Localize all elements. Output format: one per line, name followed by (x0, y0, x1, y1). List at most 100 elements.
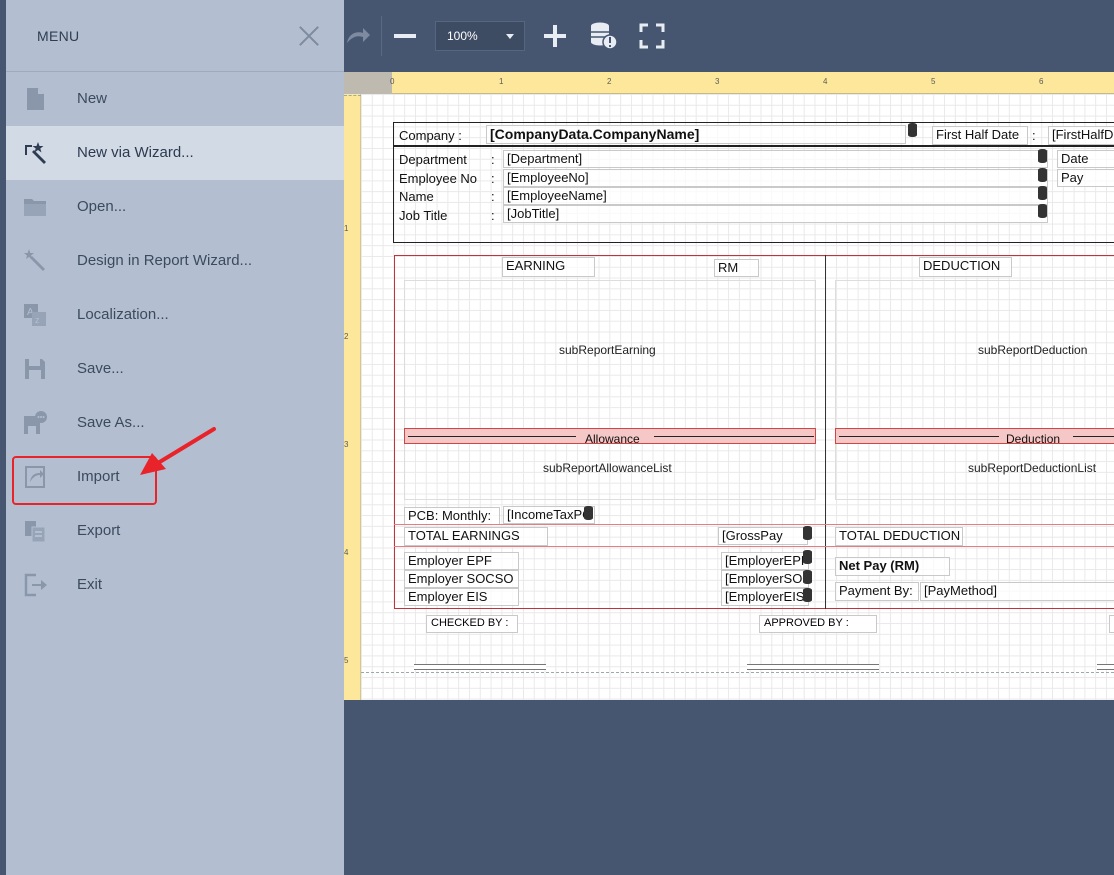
subreport-allowance-list[interactable]: subReportAllowanceList (543, 461, 672, 475)
menu-item-export[interactable]: Export (6, 504, 344, 558)
ruler-tick: 4 (344, 548, 349, 557)
database-icon (1038, 186, 1047, 200)
footer-field[interactable] (1109, 615, 1114, 633)
net-pay-label[interactable]: Net Pay (RM) (835, 557, 950, 576)
employee-no-label[interactable]: Employee No (399, 171, 477, 186)
employee-name-field[interactable]: [EmployeeName] (503, 187, 1048, 205)
ruler-tick: 1 (499, 77, 504, 86)
pcb-monthly-label[interactable]: PCB: Monthly: (404, 507, 500, 525)
fullscreen-icon[interactable] (638, 22, 666, 50)
first-half-date-field[interactable]: [FirstHalfD (1048, 126, 1114, 145)
panel-divider (825, 255, 826, 609)
save-as-icon (24, 411, 47, 434)
subreport-deduction[interactable]: subReportDeduction (978, 343, 1087, 357)
ruler-tick: 5 (344, 656, 349, 665)
zoom-out-icon[interactable] (391, 22, 419, 50)
menu-item-open[interactable]: Open... (6, 180, 344, 234)
job-title-field[interactable]: [JobTitle] (503, 205, 1048, 223)
zoom-in-icon[interactable] (541, 22, 569, 50)
report-design-surface[interactable]: Company : [CompanyData.CompanyName] Firs… (361, 94, 1114, 700)
menu-item-new-via-wizard[interactable]: New via Wizard... (6, 126, 344, 180)
save-icon (25, 359, 45, 379)
department-field[interactable]: [Department] (503, 150, 1048, 168)
deduction-band-label: Deduction (1006, 432, 1061, 446)
colon-label: : (491, 171, 495, 186)
income-tax-field[interactable]: [IncomeTaxPC (503, 506, 595, 524)
ruler-tick: 0 (390, 77, 395, 86)
subreport-deduction-list[interactable]: subReportDeductionList (968, 461, 1096, 475)
earning-label[interactable]: EARNING (502, 257, 595, 277)
total-earnings-label[interactable]: TOTAL EARNINGS (404, 527, 548, 546)
ruler-tick: 3 (715, 77, 720, 86)
colon-label: : (491, 152, 495, 167)
employer-socso-field[interactable]: [EmployerSOC (721, 570, 809, 588)
menu-item-exit[interactable]: Exit (6, 558, 344, 612)
menu-item-label: Save... (77, 360, 124, 377)
employer-epf-label[interactable]: Employer EPF (404, 552, 519, 570)
toolbar-divider (381, 16, 382, 56)
first-half-date-label[interactable]: First Half Date (932, 126, 1028, 145)
database-icon (1038, 168, 1047, 182)
folder-icon (24, 199, 46, 216)
colon-label: : (491, 189, 495, 204)
subreport-earning[interactable]: subReportEarning (559, 343, 656, 357)
page-bottom-margin (361, 672, 1114, 673)
colon-label: : (1032, 128, 1036, 143)
database-icon (803, 570, 812, 584)
name-label[interactable]: Name (399, 189, 434, 204)
company-name-field[interactable]: [CompanyData.CompanyName] (486, 125, 906, 144)
menu-item-label: Localization... (77, 306, 169, 323)
horizontal-ruler: 0 1 2 3 4 5 6 (344, 72, 1114, 94)
totals-bottom-line (394, 546, 1114, 547)
menu-item-save[interactable]: Save... (6, 342, 344, 396)
totals-top-line (394, 524, 1114, 525)
payment-by-label[interactable]: Payment By: (835, 582, 919, 601)
zoom-select[interactable]: 100% (435, 21, 525, 51)
employer-eis-field[interactable]: [EmployerEIS (721, 588, 809, 606)
employer-eis-label[interactable]: Employer EIS (404, 588, 519, 606)
menu-item-new[interactable]: New (6, 72, 344, 126)
vertical-ruler: 1 2 3 4 5 (344, 94, 361, 700)
ruler-tick: 6 (1039, 77, 1044, 86)
ruler-tick: 4 (823, 77, 828, 86)
database-icon (584, 506, 593, 520)
menu-item-label: New (77, 90, 108, 107)
menu-item-design-in-report-wizard[interactable]: Design in Report Wizard... (6, 234, 344, 288)
date-label[interactable]: Date (1057, 150, 1114, 168)
database-icon (908, 123, 917, 137)
checked-by-signature-line[interactable] (414, 664, 546, 670)
deduction-label[interactable]: DEDUCTION (919, 257, 1012, 277)
job-title-label[interactable]: Job Title (399, 208, 447, 223)
allowance-band[interactable]: Allowance (404, 428, 816, 446)
designer-toolbar: 100% (344, 0, 1114, 72)
company-label[interactable]: Company : (399, 128, 462, 143)
pay-method-field[interactable]: [PayMethod] (920, 582, 1114, 601)
header-divider (393, 145, 1114, 147)
deduction-band[interactable]: Deduction (835, 428, 1114, 446)
gross-pay-field[interactable]: [GrossPay (718, 527, 808, 545)
redo-icon[interactable] (344, 22, 372, 50)
database-icon (1038, 149, 1047, 163)
menu-item-localization[interactable]: A z Localization... (6, 288, 344, 342)
validate-bindings-icon[interactable] (588, 20, 620, 52)
total-deduction-label[interactable]: TOTAL DEDUCTION (835, 527, 963, 546)
svg-text:z: z (35, 315, 40, 325)
employer-epf-field[interactable]: [EmployerEPF (721, 552, 809, 570)
exit-icon (24, 573, 47, 597)
employee-no-field[interactable]: [EmployeeNo] (503, 169, 1048, 187)
new-file-icon (27, 88, 44, 110)
signature-line[interactable] (1097, 664, 1114, 670)
employer-socso-label[interactable]: Employer SOCSO (404, 570, 519, 588)
page-top-margin (344, 95, 361, 96)
approved-by-signature-line[interactable] (747, 664, 879, 670)
ruler-tick: 5 (931, 77, 936, 86)
rm-label[interactable]: RM (714, 259, 759, 277)
department-label[interactable]: Department (399, 152, 467, 167)
close-icon[interactable] (296, 22, 322, 48)
checked-by-label[interactable]: CHECKED BY : (426, 615, 518, 633)
ruler-tick: 3 (344, 440, 349, 449)
approved-by-label[interactable]: APPROVED BY : (759, 615, 877, 633)
pay-label[interactable]: Pay (1057, 169, 1114, 187)
menu-item-label: New via Wizard... (77, 144, 194, 161)
ruler-tick: 2 (607, 77, 612, 86)
